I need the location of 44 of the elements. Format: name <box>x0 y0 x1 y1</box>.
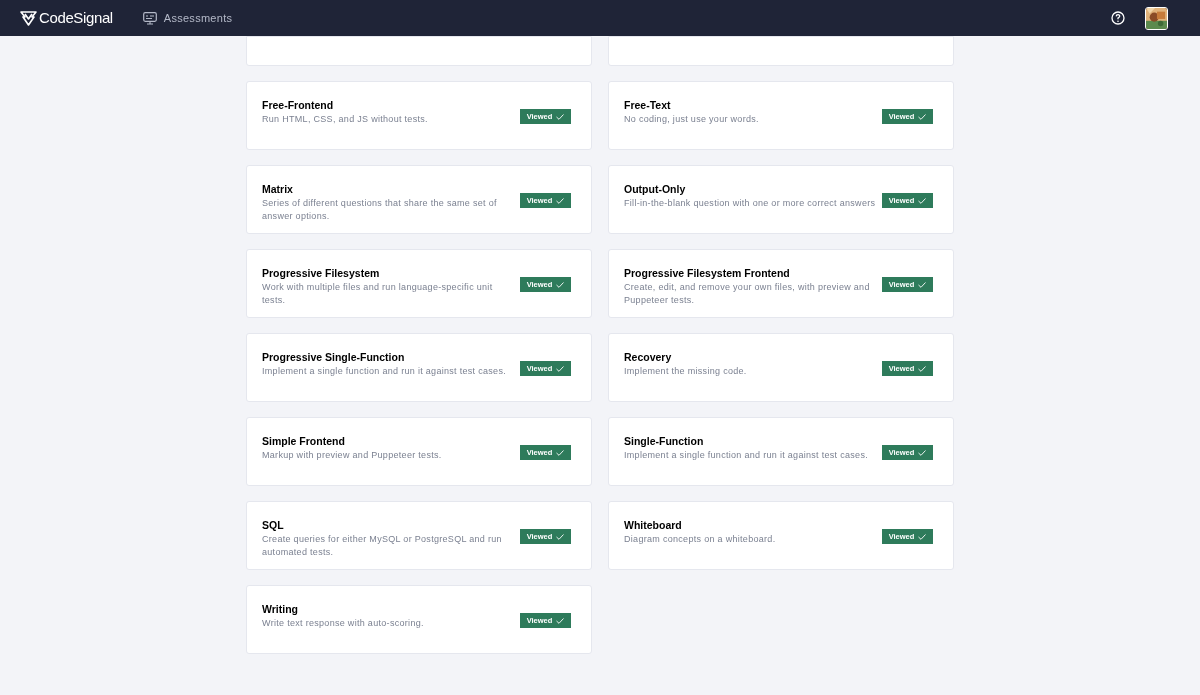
card-title: Output-Only <box>624 183 687 196</box>
card-description: Fill-in-the-blank question with one or more correct answers <box>624 197 876 210</box>
card-description: Create queries for either MySQL or PostgreSQL and run automated tests. <box>262 533 503 559</box>
monitor-icon <box>142 11 157 25</box>
card-description: No coding, just use your words. <box>624 113 760 126</box>
card-title: Writing <box>262 603 299 616</box>
card-description: Run HTML, CSS, and JS without tests. <box>262 113 429 126</box>
card-description: Markup with preview and Puppeteer tests. <box>262 449 443 462</box>
check-icon <box>556 533 565 540</box>
check-icon <box>556 449 565 456</box>
card-title: Recovery <box>624 351 673 364</box>
card-title: Free-Text <box>624 99 672 112</box>
card-description: Implement the missing code. <box>624 365 748 378</box>
card-title: Progressive Single-Function <box>262 351 406 364</box>
nav-link[interactable]: Assessments <box>142 9 233 27</box>
help-icon[interactable] <box>1111 11 1125 25</box>
card-title: Single-Function <box>624 435 705 448</box>
check-icon <box>918 281 927 288</box>
check-icon <box>556 365 565 372</box>
check-icon <box>556 281 565 288</box>
card-title: Simple Frontend <box>262 435 346 448</box>
card-description: Series of different questions that share the same set of answer options. <box>262 197 498 223</box>
card-title: Progressive Filesystem <box>262 267 381 280</box>
check-icon <box>918 533 927 540</box>
card-description: Diagram concepts on a whiteboard. <box>624 533 777 546</box>
check-icon <box>556 197 565 204</box>
card-title: Free-Frontend <box>262 99 335 112</box>
logo-text[interactable]: CodeSignal <box>39 6 113 30</box>
check-icon <box>556 617 565 624</box>
card-description: Write text response with auto-scoring. <box>262 617 425 630</box>
card-title: Whiteboard <box>624 519 683 532</box>
check-icon <box>918 449 927 456</box>
check-icon <box>918 113 927 120</box>
card-description: Implement a single function and run it against test cases. <box>262 365 508 378</box>
check-icon <box>918 197 927 204</box>
check-icon <box>556 113 565 120</box>
logo-icon <box>20 10 37 26</box>
card-title: Matrix <box>262 183 294 196</box>
check-icon <box>918 365 927 372</box>
card-description: Work with multiple files and run language-specific unit tests. <box>262 281 494 307</box>
card-description: Implement a single function and run it against test cases. <box>624 449 870 462</box>
card-title: Progressive Filesystem Frontend <box>624 267 791 280</box>
card-title: SQL <box>262 519 285 532</box>
card-description: Create, edit, and remove your own files, with preview and Puppeteer tests. <box>624 281 871 307</box>
